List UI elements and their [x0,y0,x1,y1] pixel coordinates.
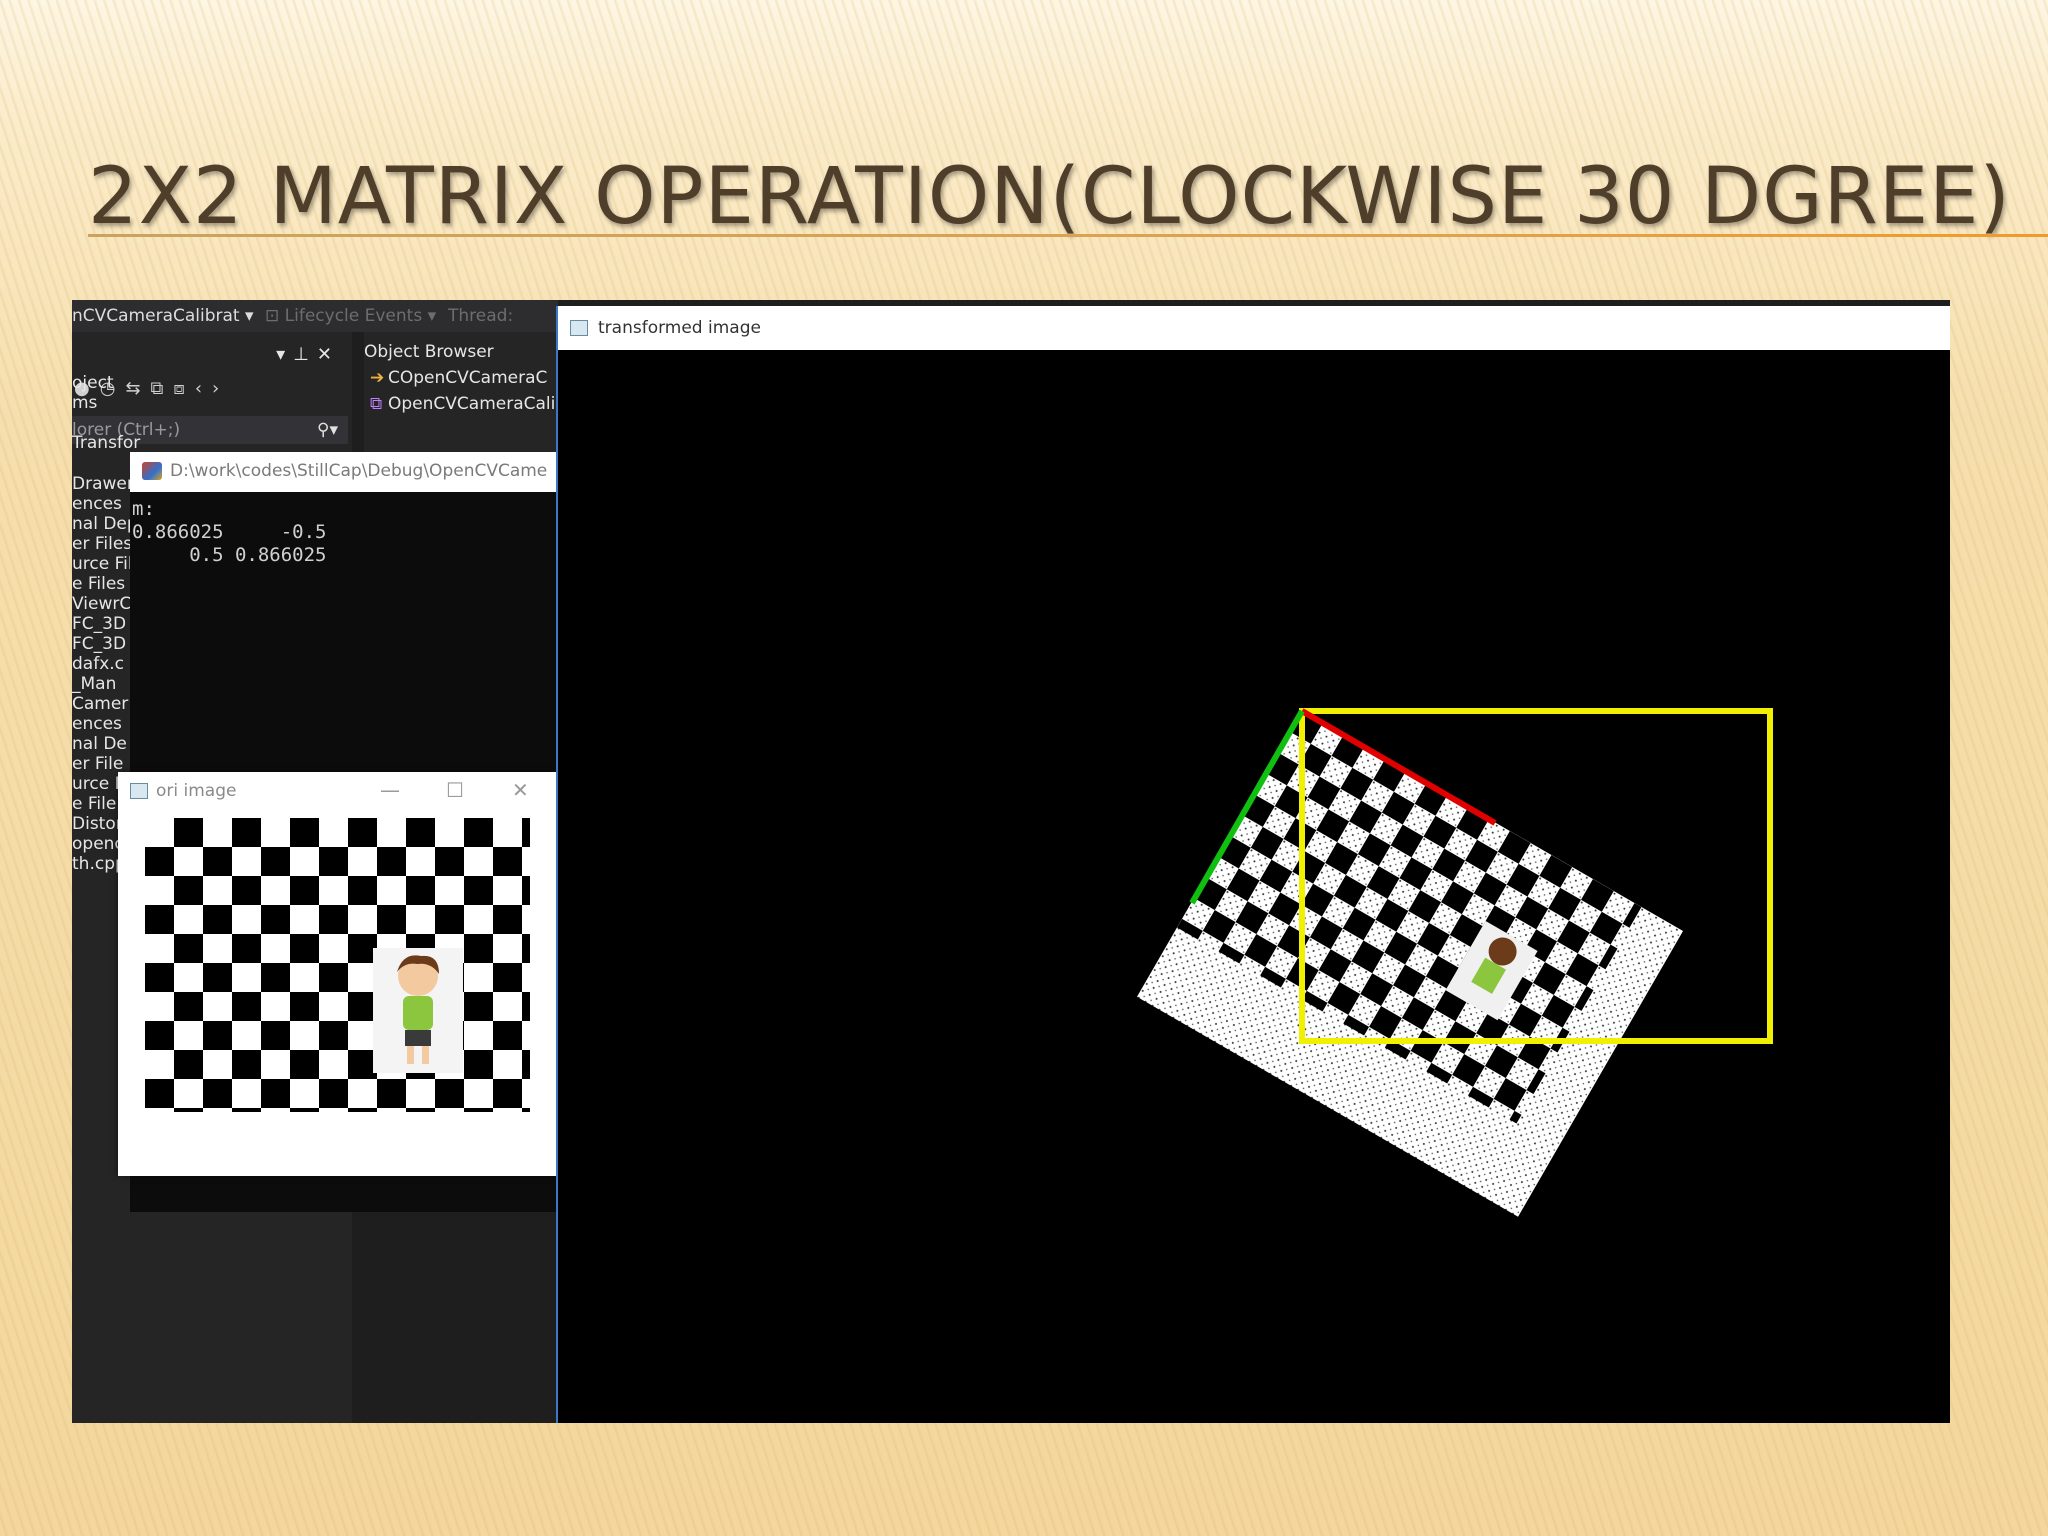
tree-item[interactable]: ViewrC [72,594,131,614]
title-underline [88,234,2048,237]
tree-item[interactable]: Drawer [72,474,134,494]
sync-icon[interactable]: ⇆ [125,378,150,399]
collapse-icon[interactable]: ⧉ [151,378,174,399]
tree-item[interactable]: er Files [72,534,132,554]
tree-item[interactable]: FC_3D [72,634,126,654]
arrow-icon: ➔ [370,368,385,388]
transformed-image-title: transformed image [598,318,761,338]
transformed-image-titlebar[interactable]: transformed image [558,306,1950,350]
close-icon[interactable]: ✕ [512,778,529,802]
tree-item[interactable]: nal De [72,734,127,754]
ori-image-window: ori image — ☐ ✕ [118,772,562,1176]
tree-item[interactable]: urce F [72,774,124,794]
window-icon [130,783,148,799]
tree-item[interactable]: Distor [72,814,123,834]
dropdown-icon[interactable]: ▾ [276,344,293,365]
solution-toolbar: ●◷⇆⧉⧈‹› [72,378,352,408]
tree-item[interactable]: ences [72,494,122,514]
window-icon [570,320,588,336]
transformed-image-window: transformed image [556,306,1950,1423]
screenshot-region: nCVCameraCalibrat ▾ ⊡ Lifecycle Events ▾… [72,300,1950,1423]
object-browser-item[interactable]: ➔ COpenCVCameraC [370,368,547,388]
tree-item[interactable]: dafx.c [72,654,124,674]
ori-image-titlebar[interactable]: ori image — ☐ ✕ [118,772,562,810]
cartoon-boy-image [373,948,463,1073]
console-app-icon [142,462,162,480]
tree-item[interactable]: er File [72,754,123,774]
object-browser-item-label: OpenCVCameraCali [388,394,556,414]
code-icon[interactable]: ‹› [195,378,229,399]
minimize-icon[interactable]: — [380,778,400,802]
tree-item[interactable]: nal Dep [72,514,138,534]
project-combo[interactable]: nCVCameraCalibrat ▾ [72,306,254,326]
object-browser-item-label: COpenCVCameraC [388,368,548,388]
ide-toolbar: nCVCameraCalibrat ▾ ⊡ Lifecycle Events ▾… [72,300,558,332]
console-path: D:\work\codes\StillCap\Debug\OpenCVCame [170,461,548,481]
tree-item[interactable]: e File [72,794,116,814]
lifecycle-events-button[interactable]: ⊡ Lifecycle Events ▾ [265,306,436,326]
tree-item[interactable]: _Man [72,674,116,694]
pin-icon[interactable]: ⊥ [293,344,317,365]
console-output: m: 0.866025 -0.5 0.5 0.866025 [132,498,327,566]
search-icon[interactable]: ⚲▾ [317,416,338,444]
pane-controls: ▾⊥✕ [276,344,340,365]
transformed-image-canvas [1137,708,1773,1217]
copy-icon[interactable]: ⧈ [173,378,194,399]
class-icon: ⧉ [370,394,383,414]
tree-item[interactable]: ences [72,714,122,734]
close-icon[interactable]: ✕ [317,344,340,365]
tree-item[interactable]: ms [72,393,97,413]
console-titlebar[interactable]: D:\work\codes\StillCap\Debug\OpenCVCame [130,452,558,492]
tree-item[interactable]: e Files [72,574,125,594]
maximize-icon[interactable]: ☐ [446,778,464,802]
checkerboard-image [145,818,530,1112]
object-browser: Object Browser ➔ COpenCVCameraC ⧉ OpenCVCa… [364,332,558,452]
tree-item[interactable]: FC_3D [72,614,126,634]
tree-item[interactable]: Camer [72,694,128,714]
object-browser-item[interactable]: ⧉ OpenCVCameraCali [370,394,555,414]
thread-label: Thread: [448,306,514,326]
rotated-checkerboard [1137,711,1684,1217]
tree-item[interactable]: Transfor [72,433,140,453]
slide-title: 2X2 MATRIX OPERATION(CLOCKWISE 30 DGREE) [88,152,2011,242]
tab-object-browser[interactable]: Object Browser [364,342,494,362]
ori-image-title: ori image [156,781,237,801]
tree-item[interactable]: oject [72,373,114,393]
